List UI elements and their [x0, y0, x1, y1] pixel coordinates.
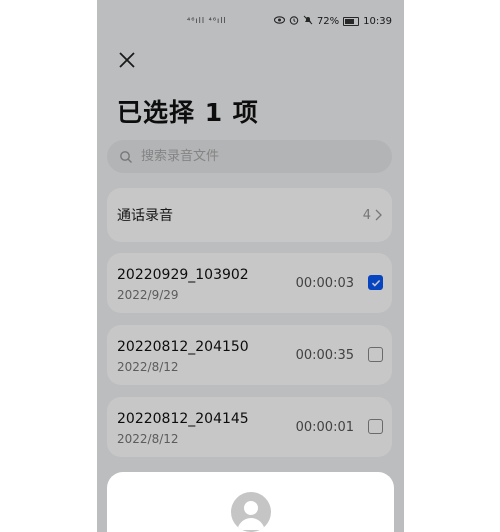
avatar	[231, 492, 271, 532]
phone-screen: ⁴⁶ıll ⁴⁶ıll 72% 10:39 已选择 1 项 搜索录音文件 通话录…	[97, 0, 404, 532]
person-icon	[237, 501, 265, 530]
dim-overlay[interactable]	[97, 0, 404, 532]
bottom-sheet	[107, 472, 394, 532]
